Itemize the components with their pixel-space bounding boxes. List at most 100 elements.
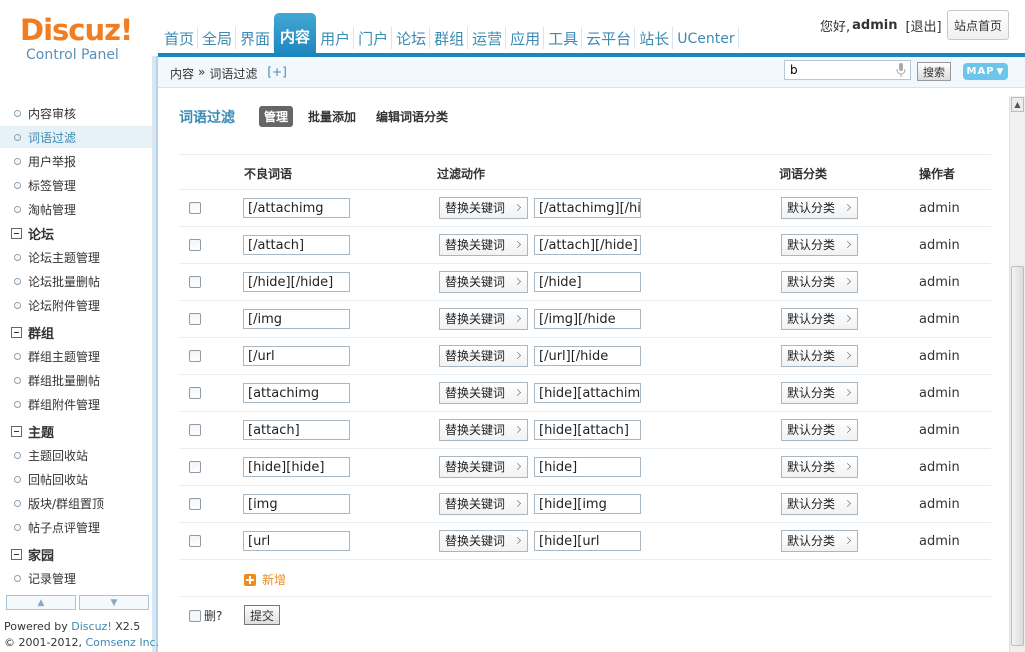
row-checkbox[interactable] bbox=[189, 535, 201, 547]
bad-word-input[interactable]: [/hide][/hide] bbox=[243, 272, 350, 292]
tab[interactable]: 编辑词语分类 bbox=[371, 106, 453, 127]
sidebar-item[interactable]: 群组批量删帖 bbox=[0, 369, 152, 391]
filter-action-select[interactable]: 替换关键词 bbox=[439, 493, 528, 515]
nav-item[interactable]: 首页 bbox=[160, 13, 199, 56]
nav-item[interactable]: 用户 bbox=[316, 13, 355, 56]
tab[interactable]: 批量添加 bbox=[303, 106, 361, 127]
replacement-input[interactable]: [/url][/hide bbox=[534, 346, 641, 366]
collapse-icon[interactable] bbox=[11, 326, 22, 338]
replacement-input[interactable]: [hide] bbox=[534, 457, 641, 477]
nav-item[interactable]: 界面 bbox=[236, 13, 275, 56]
nav-item[interactable]: UCenter bbox=[673, 13, 739, 56]
logout-link[interactable]: [退出] bbox=[905, 16, 941, 35]
filter-action-select[interactable]: 替换关键词 bbox=[439, 197, 528, 219]
nav-item[interactable]: 群组 bbox=[430, 13, 469, 56]
category-select[interactable]: 默认分类 bbox=[781, 271, 858, 293]
sidebar-item[interactable]: 淘帖管理 bbox=[0, 198, 152, 220]
replacement-input[interactable]: [/attach][/hide] bbox=[534, 235, 641, 255]
sidebar-item[interactable]: 标签管理 bbox=[0, 174, 152, 196]
filter-action-select[interactable]: 替换关键词 bbox=[439, 345, 528, 367]
bad-word-input[interactable]: [url bbox=[243, 531, 350, 551]
category-select[interactable]: 默认分类 bbox=[781, 456, 858, 478]
bad-word-input[interactable]: [img bbox=[243, 494, 350, 514]
nav-item[interactable]: 运营 bbox=[468, 13, 507, 56]
add-shortcut-link[interactable]: [+] bbox=[267, 65, 286, 82]
sidebar-item[interactable]: 帖子点评管理 bbox=[0, 516, 152, 538]
filter-action-select[interactable]: 替换关键词 bbox=[439, 308, 528, 330]
replacement-input[interactable]: [/img][/hide bbox=[534, 309, 641, 329]
search-button[interactable]: 搜索 bbox=[917, 62, 951, 81]
nav-item[interactable]: 应用 bbox=[506, 13, 545, 56]
scroll-down-button[interactable]: ▼ bbox=[79, 595, 149, 610]
powered-product-link[interactable]: Discuz! bbox=[71, 620, 111, 633]
bad-word-input[interactable]: [attach] bbox=[243, 420, 350, 440]
nav-item[interactable]: 云平台 bbox=[582, 13, 636, 56]
replacement-input[interactable]: [hide][url bbox=[534, 531, 641, 551]
scrollbar-up-arrow-icon[interactable]: ▲ bbox=[1011, 97, 1024, 112]
category-select[interactable]: 默认分类 bbox=[781, 197, 858, 219]
nav-item[interactable]: 全局 bbox=[198, 13, 237, 56]
discuz-logo[interactable]: Discuz! Control Panel bbox=[20, 14, 133, 68]
row-checkbox[interactable] bbox=[189, 276, 201, 288]
delete-checkbox[interactable] bbox=[189, 609, 201, 622]
bad-word-input[interactable]: [/img bbox=[243, 309, 350, 329]
category-select[interactable]: 默认分类 bbox=[781, 308, 858, 330]
sidebar-item[interactable]: 论坛批量删帖 bbox=[0, 270, 152, 292]
collapse-icon[interactable] bbox=[11, 548, 22, 560]
nav-item[interactable]: 站长 bbox=[635, 13, 674, 56]
replacement-input[interactable]: [/attachimg][/hi bbox=[534, 198, 641, 218]
collapse-icon[interactable] bbox=[11, 227, 22, 239]
sidebar-group[interactable]: 家园 bbox=[0, 543, 152, 565]
row-checkbox[interactable] bbox=[189, 461, 201, 473]
filter-action-select[interactable]: 替换关键词 bbox=[439, 419, 528, 441]
map-button[interactable]: MAP ▼ bbox=[963, 63, 1008, 80]
site-home-button[interactable]: 站点首页 bbox=[947, 10, 1009, 40]
filter-action-select[interactable]: 替换关键词 bbox=[439, 271, 528, 293]
category-select[interactable]: 默认分类 bbox=[781, 382, 858, 404]
row-checkbox[interactable] bbox=[189, 387, 201, 399]
submit-button[interactable]: 提交 bbox=[244, 605, 280, 625]
category-select[interactable]: 默认分类 bbox=[781, 345, 858, 367]
replacement-input[interactable]: [hide][attachimg bbox=[534, 383, 641, 403]
tab[interactable]: 管理 bbox=[259, 106, 294, 127]
replacement-input[interactable]: [/hide] bbox=[534, 272, 641, 292]
sidebar-item[interactable]: 群组主题管理 bbox=[0, 345, 152, 367]
row-checkbox[interactable] bbox=[189, 239, 201, 251]
sidebar-item[interactable]: 群组附件管理 bbox=[0, 393, 152, 415]
sidebar-group[interactable]: 论坛 bbox=[0, 222, 152, 244]
category-select[interactable]: 默认分类 bbox=[781, 530, 858, 552]
copyright-company-link[interactable]: Comsenz Inc. bbox=[85, 636, 159, 649]
sidebar-item[interactable]: 论坛主题管理 bbox=[0, 246, 152, 268]
sidebar-group[interactable]: 群组 bbox=[0, 321, 152, 343]
row-checkbox[interactable] bbox=[189, 424, 201, 436]
sidebar-item[interactable]: 版块/群组置顶 bbox=[0, 492, 152, 514]
scroll-up-button[interactable]: ▲ bbox=[6, 595, 76, 610]
sidebar-item[interactable]: 用户举报 bbox=[0, 150, 152, 172]
nav-item[interactable]: 论坛 bbox=[392, 13, 431, 56]
sidebar-group[interactable]: 主题 bbox=[0, 420, 152, 442]
nav-item[interactable]: 工具 bbox=[544, 13, 583, 56]
category-select[interactable]: 默认分类 bbox=[781, 419, 858, 441]
sidebar-item[interactable]: 记录管理 bbox=[0, 567, 152, 589]
bad-word-input[interactable]: [/url bbox=[243, 346, 350, 366]
replacement-input[interactable]: [hide][attach] bbox=[534, 420, 641, 440]
row-checkbox[interactable] bbox=[189, 202, 201, 214]
sidebar-item[interactable]: 词语过滤 bbox=[0, 126, 152, 148]
row-checkbox[interactable] bbox=[189, 313, 201, 325]
bad-word-input[interactable]: [/attach] bbox=[243, 235, 350, 255]
filter-action-select[interactable]: 替换关键词 bbox=[439, 456, 528, 478]
breadcrumb-section[interactable]: 内容 bbox=[170, 65, 194, 82]
search-input[interactable]: b bbox=[784, 60, 911, 80]
category-select[interactable]: 默认分类 bbox=[781, 234, 858, 256]
collapse-icon[interactable] bbox=[11, 425, 22, 437]
sidebar-item[interactable]: 论坛附件管理 bbox=[0, 294, 152, 316]
microphone-icon[interactable] bbox=[896, 63, 906, 77]
replacement-input[interactable]: [hide][img bbox=[534, 494, 641, 514]
row-checkbox[interactable] bbox=[189, 350, 201, 362]
bad-word-input[interactable]: [attachimg bbox=[243, 383, 350, 403]
nav-item[interactable]: 门户 bbox=[354, 13, 393, 56]
add-new-link[interactable]: 新增 bbox=[244, 571, 286, 588]
filter-action-select[interactable]: 替换关键词 bbox=[439, 382, 528, 404]
sidebar-item[interactable]: 主题回收站 bbox=[0, 444, 152, 466]
filter-action-select[interactable]: 替换关键词 bbox=[439, 530, 528, 552]
